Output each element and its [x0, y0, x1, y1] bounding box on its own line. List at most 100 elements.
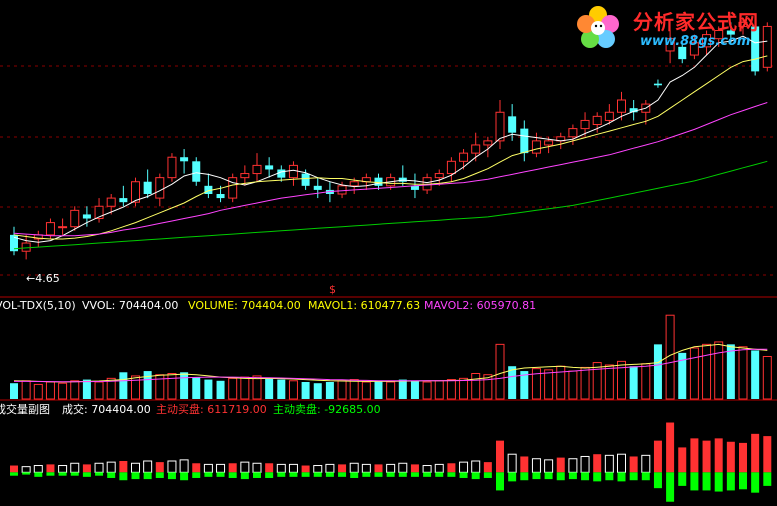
buy-bar — [265, 463, 274, 473]
sell-bar — [702, 472, 711, 491]
sell-bar — [82, 472, 91, 477]
volume-bars — [10, 314, 772, 400]
volume-bar-up — [167, 373, 177, 400]
volume-bar-up — [33, 383, 43, 400]
buy-bar — [726, 441, 735, 473]
volume-bar-down — [653, 344, 662, 399]
buy-bar — [629, 456, 638, 473]
candle-down — [192, 161, 201, 182]
sell-bar — [605, 472, 614, 481]
buy-bar — [702, 440, 711, 473]
sell-bar — [714, 472, 723, 492]
candle-up — [434, 173, 444, 179]
volume-bar-up — [617, 360, 626, 400]
volume-bar-up — [738, 346, 748, 400]
sell-bar — [666, 472, 675, 502]
sell-bar — [763, 472, 772, 486]
buy-bar — [410, 464, 419, 473]
sell-bar — [629, 472, 638, 481]
sell-bar — [167, 472, 176, 480]
buy-bar-outline — [240, 461, 250, 473]
sell-bar — [471, 472, 480, 480]
volume-bar-down — [10, 383, 18, 399]
volume-bar-up — [641, 363, 651, 400]
volume-bar-down — [82, 379, 91, 399]
buy-bar-outline — [604, 454, 614, 473]
buy-bar — [46, 464, 55, 473]
buy-bar-outline — [276, 463, 286, 473]
buy-bar — [496, 440, 504, 473]
sell-bar — [483, 472, 492, 478]
volume-bar-up — [70, 380, 80, 400]
buy-bar — [447, 463, 456, 473]
buy-bar — [739, 442, 747, 473]
candle-up — [45, 222, 55, 236]
volume-bar-up — [252, 375, 262, 400]
sell-bar — [532, 472, 541, 480]
volume-bar-down — [265, 378, 274, 399]
buy-bar — [155, 462, 164, 473]
sell-bar — [435, 472, 444, 477]
sell-bar — [46, 472, 55, 476]
sell-bar — [386, 472, 395, 477]
volume-bar-down — [410, 380, 419, 399]
buy-bar-outline — [216, 463, 226, 473]
buy-bar — [593, 454, 602, 473]
volume-bar-down — [180, 372, 189, 399]
candle-down — [301, 173, 310, 186]
sell-bar — [362, 472, 371, 477]
sell-bar — [556, 472, 565, 481]
sell-bar — [423, 472, 432, 477]
volume-bar-up — [568, 370, 578, 400]
volume-bar-up — [556, 365, 566, 400]
candle-up — [604, 111, 614, 121]
buy-bar-outline — [21, 466, 31, 473]
vol-mavol2: MAVOL2: 605970.81 — [424, 299, 536, 312]
buy-bar-outline — [179, 459, 189, 473]
sell-bar — [593, 472, 602, 482]
watermark-url: www.88gs.com — [640, 34, 751, 49]
sell-bar — [653, 472, 662, 489]
volume-bar-up — [361, 381, 371, 400]
buy-bar-outline — [131, 462, 140, 473]
sell-bar — [180, 472, 189, 481]
sell-bar — [70, 472, 79, 476]
sell-bar — [34, 472, 43, 477]
volume-bar-up — [714, 341, 724, 400]
candle-up — [58, 226, 68, 229]
volume-bar-down — [374, 380, 383, 399]
volume-bar-down — [629, 366, 638, 399]
sell-bar — [325, 472, 334, 477]
sell-bar — [289, 472, 298, 477]
buy-bar — [10, 465, 18, 473]
sell-bar — [581, 472, 590, 481]
volume-bar-down — [301, 382, 310, 399]
buy-bar-outline — [641, 454, 651, 473]
flow-bars — [10, 422, 772, 502]
volume-bar-up — [459, 377, 469, 400]
sell-bar — [107, 472, 116, 478]
volume-bar-up — [580, 366, 590, 400]
candle-up — [483, 140, 493, 146]
sell-bar — [726, 472, 735, 491]
buy-bar — [666, 422, 675, 473]
ma-line-ma20 — [13, 102, 768, 237]
event-marker: $ — [329, 283, 336, 296]
candle-up — [459, 152, 469, 162]
buy-bar-outline — [70, 462, 80, 473]
flow-deal: 成交: 704404.00 — [62, 402, 151, 416]
vol-indicator-name: VOL-TDX(5,10) — [0, 299, 76, 312]
buy-bar-outline — [580, 455, 590, 473]
sell-bar — [398, 472, 407, 477]
watermark-name: 分析家公式网 — [633, 10, 759, 34]
candle-up — [471, 144, 481, 154]
buy-bar-outline — [325, 463, 335, 473]
sell-bar — [508, 472, 517, 482]
sell-bar — [265, 472, 274, 478]
buy-bar — [763, 436, 772, 473]
sell-bar — [58, 472, 67, 476]
flow-active-buy: 主动买盘: 611719.00 — [156, 402, 267, 416]
buy-bar — [119, 461, 128, 473]
buy-bar-outline — [471, 460, 481, 473]
flow-indicator-name: 成交量副图 — [0, 402, 50, 416]
